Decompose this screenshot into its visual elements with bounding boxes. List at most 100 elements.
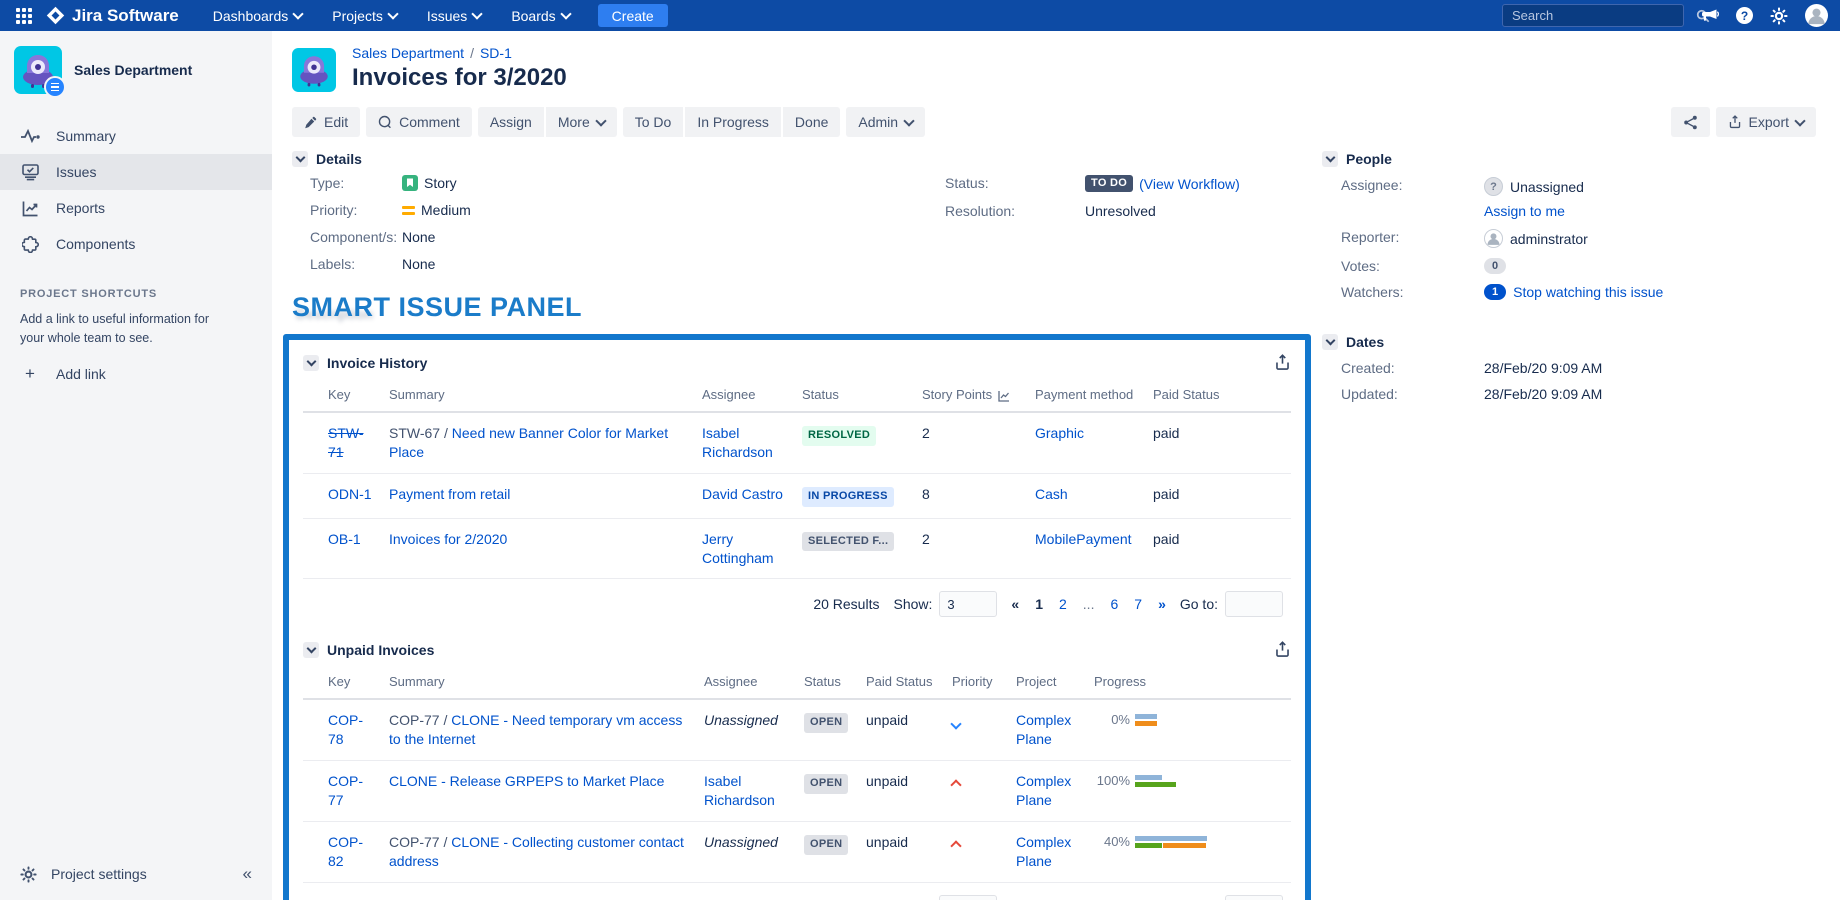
unpaid-invoices-pagination: 16 ResultsShow:«12...56»Go to:	[303, 883, 1291, 900]
page-link[interactable]: 6	[1110, 596, 1118, 612]
components-value: None	[402, 229, 945, 245]
show-input[interactable]	[939, 591, 997, 617]
page-link[interactable]: 2	[1059, 596, 1067, 612]
sidebar-item-components[interactable]: Components	[0, 226, 272, 262]
column-header[interactable]: Story Points	[914, 379, 1027, 412]
share-button[interactable]	[1671, 107, 1710, 137]
search-box[interactable]	[1502, 4, 1684, 27]
column-header[interactable]: Project	[1008, 666, 1086, 699]
smart-issue-panel-annotation: Description SMART ISSUE PANEL	[292, 292, 1318, 328]
prev-page-icon[interactable]: «	[1011, 596, 1019, 612]
column-header[interactable]: Paid Status	[858, 666, 944, 699]
assignee-link[interactable]: Jerry Cottingham	[702, 531, 774, 566]
assign-button[interactable]: Assign	[478, 107, 544, 137]
stop-watching-link[interactable]: Stop watching this issue	[1513, 284, 1663, 300]
export-panel-icon[interactable]	[1274, 354, 1291, 371]
summary-link[interactable]: Invoices for 2/2020	[389, 531, 507, 547]
payment-method-link[interactable]: MobilePayment	[1035, 531, 1132, 547]
project-link[interactable]: Complex Plane	[1016, 834, 1071, 869]
export-button[interactable]: Export	[1716, 107, 1816, 137]
column-header[interactable]: Assignee	[694, 379, 794, 412]
page-link[interactable]: 7	[1134, 596, 1142, 612]
column-header[interactable]: Key	[303, 666, 381, 699]
issue-key-link[interactable]: ODN-1	[328, 486, 372, 502]
collapse-invoice-history-icon[interactable]	[303, 355, 319, 371]
goto-input[interactable]	[1225, 591, 1283, 617]
column-header[interactable]: Payment method	[1027, 379, 1145, 412]
admin-button[interactable]: Admin	[846, 107, 925, 137]
breadcrumb-issue-link[interactable]: SD-1	[480, 45, 512, 61]
assignee-link[interactable]: Isabel Richardson	[702, 425, 773, 460]
payment-method-link[interactable]: Graphic	[1035, 425, 1084, 441]
menu-boards[interactable]: Boards	[501, 0, 579, 31]
todo-transition-button[interactable]: To Do	[623, 107, 684, 137]
column-header[interactable]: Progress	[1086, 666, 1291, 699]
inprogress-transition-button[interactable]: In Progress	[685, 107, 781, 137]
show-input[interactable]	[939, 895, 997, 900]
goto-input[interactable]	[1225, 895, 1283, 900]
project-link[interactable]: Complex Plane	[1016, 712, 1071, 747]
jira-logo[interactable]: Jira Software	[46, 6, 179, 26]
labels-value: None	[402, 256, 945, 272]
search-input[interactable]	[1510, 7, 1690, 24]
priority-high-icon	[952, 836, 960, 855]
column-header[interactable]: Status	[794, 379, 914, 412]
menu-dashboards[interactable]: Dashboards	[203, 0, 313, 31]
collapse-people-icon[interactable]	[1322, 151, 1338, 167]
column-header[interactable]: Assignee	[696, 666, 796, 699]
collapse-sidebar-icon[interactable]: «	[243, 864, 252, 884]
settings-gear-icon[interactable]	[1770, 7, 1788, 25]
assign-to-me-link[interactable]: Assign to me	[1484, 203, 1565, 219]
votes-count-badge: 0	[1484, 258, 1506, 274]
view-workflow-link[interactable]: (View Workflow)	[1139, 176, 1240, 192]
status-badge: OPEN	[804, 774, 848, 794]
create-button[interactable]: Create	[598, 4, 668, 27]
menu-issues[interactable]: Issues	[417, 0, 491, 31]
help-icon[interactable]: ?	[1736, 7, 1753, 24]
issue-key-link[interactable]: COP-82	[328, 834, 363, 869]
column-header[interactable]: Paid Status	[1145, 379, 1291, 412]
reporter-value-link[interactable]: adminstrator	[1510, 231, 1588, 247]
watchers-count-badge: 1	[1484, 284, 1506, 300]
next-page-icon[interactable]: »	[1158, 596, 1166, 612]
done-transition-button[interactable]: Done	[783, 107, 840, 137]
created-label: Created:	[1341, 360, 1484, 376]
sidebar-item-summary[interactable]: Summary	[0, 118, 272, 154]
payment-method-link[interactable]: Cash	[1035, 486, 1068, 502]
project-settings-link[interactable]: Project settings	[51, 866, 147, 882]
column-header[interactable]: Summary	[381, 666, 696, 699]
invoice-history-body: STW-71STW-67 / Need new Banner Color for…	[303, 412, 1291, 579]
project-avatar[interactable]	[14, 46, 62, 94]
comment-button[interactable]: Comment	[366, 107, 472, 137]
edit-button[interactable]: Edit	[292, 107, 360, 137]
summary-link[interactable]: CLONE - Release GRPEPS to Market Place	[389, 773, 664, 789]
more-button[interactable]: More	[546, 107, 617, 137]
watchers-label: Watchers:	[1341, 284, 1484, 300]
collapse-dates-icon[interactable]	[1322, 334, 1338, 350]
column-header[interactable]: Status	[796, 666, 858, 699]
jira-diamond-icon	[46, 6, 65, 25]
column-header[interactable]: Summary	[381, 379, 694, 412]
column-header[interactable]: Priority	[944, 666, 1008, 699]
app-switcher-icon[interactable]	[16, 8, 32, 24]
announcements-icon[interactable]	[1701, 7, 1719, 25]
collapse-unpaid-invoices-icon[interactable]	[303, 642, 319, 658]
project-link[interactable]: Complex Plane	[1016, 773, 1071, 808]
assignee-link[interactable]: David Castro	[702, 486, 783, 502]
user-avatar[interactable]	[1805, 4, 1828, 27]
issue-key-link[interactable]: STW-71	[328, 425, 364, 460]
summary-link[interactable]: Payment from retail	[389, 486, 510, 502]
sidebar-item-issues[interactable]: Issues	[0, 154, 272, 190]
components-label: Component/s:	[310, 229, 402, 245]
issue-key-link[interactable]: COP-77	[328, 773, 363, 808]
sidebar-item-reports[interactable]: Reports	[0, 190, 272, 226]
menu-projects[interactable]: Projects	[322, 0, 407, 31]
issue-key-link[interactable]: OB-1	[328, 531, 361, 547]
add-link-button[interactable]: + Add link	[20, 364, 252, 384]
export-panel-icon[interactable]	[1274, 641, 1291, 658]
breadcrumb-project-link[interactable]: Sales Department	[352, 45, 464, 61]
issue-key-link[interactable]: COP-78	[328, 712, 363, 747]
column-header[interactable]: Key	[303, 379, 381, 412]
collapse-details-icon[interactable]	[292, 151, 308, 167]
assignee-link[interactable]: Isabel Richardson	[704, 773, 775, 808]
